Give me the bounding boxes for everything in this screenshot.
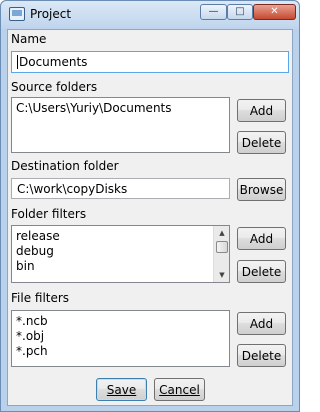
save-button-label: Save [106, 382, 137, 397]
file-filter-add-button[interactable]: Add [237, 312, 286, 335]
maximize-button[interactable]: □ [227, 4, 253, 20]
destination-folder-input[interactable]: C:\work\copyDisks [11, 178, 230, 199]
destination-folder-label: Destination folder [11, 159, 119, 173]
minimize-button[interactable]: — [200, 4, 227, 20]
scroll-down-arrow-icon[interactable]: ▼ [214, 268, 229, 282]
project-window: Project — □ ✕ Name Documents Source fold… [0, 0, 300, 412]
title-bar[interactable]: Project — □ ✕ [1, 1, 299, 29]
maximize-icon: □ [235, 6, 245, 17]
list-item[interactable]: release [12, 229, 229, 244]
list-item[interactable]: *.ncb [12, 314, 229, 329]
text-caret [17, 55, 18, 69]
source-delete-button[interactable]: Delete [237, 131, 286, 154]
list-item[interactable]: bin [12, 259, 229, 274]
list-item[interactable]: *.obj [12, 329, 229, 344]
folder-filter-delete-button[interactable]: Delete [237, 260, 286, 283]
dialog-body: Name Documents Source folders C:\Users\Y… [7, 29, 293, 406]
list-item[interactable]: C:\Users\Yuriy\Documents [12, 101, 229, 116]
cancel-button-label: Cancel [159, 382, 200, 397]
file-filter-delete-button[interactable]: Delete [237, 344, 286, 367]
file-filters-label: File filters [11, 291, 70, 305]
scrollbar-thumb[interactable] [216, 241, 228, 253]
source-folders-label: Source folders [11, 80, 98, 94]
folder-filter-add-button[interactable]: Add [237, 227, 286, 250]
list-item[interactable]: *.pch [12, 344, 229, 359]
close-icon: ✕ [270, 6, 279, 17]
cancel-button[interactable]: Cancel [154, 378, 205, 401]
project-window-icon [9, 7, 25, 21]
minimize-icon: — [208, 6, 219, 17]
name-label: Name [11, 32, 47, 46]
source-add-button[interactable]: Add [237, 99, 286, 122]
scroll-up-arrow-icon[interactable]: ▲ [214, 226, 229, 240]
folder-filters-scrollbar[interactable]: ▲ ▼ [213, 226, 229, 282]
name-input[interactable]: Documents [11, 51, 289, 73]
name-input-value: Documents [19, 55, 88, 69]
folder-filters-label: Folder filters [11, 207, 87, 221]
browse-button[interactable]: Browse [237, 178, 286, 201]
save-button[interactable]: Save [96, 378, 147, 401]
destination-folder-value: C:\work\copyDisks [17, 181, 128, 196]
folder-filters-list[interactable]: release debug bin ▲ ▼ [11, 225, 230, 283]
window-title: Project [30, 7, 72, 21]
list-item[interactable]: debug [12, 244, 229, 259]
close-button[interactable]: ✕ [253, 4, 296, 20]
source-folders-list[interactable]: C:\Users\Yuriy\Documents [11, 97, 230, 153]
file-filters-list[interactable]: *.ncb *.obj *.pch [11, 310, 230, 367]
